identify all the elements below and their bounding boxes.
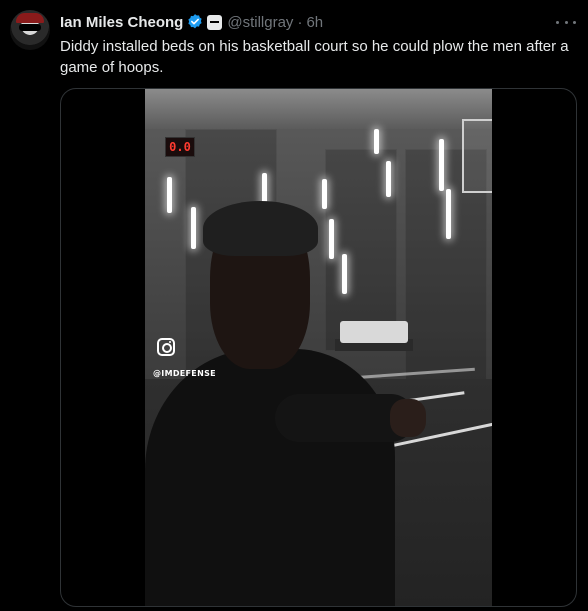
person-cap xyxy=(203,201,318,256)
more-options-icon[interactable] xyxy=(556,14,576,30)
tweet[interactable]: Ian Miles Cheong @stillgray · 6h Diddy i… xyxy=(0,0,588,611)
scoreboard-digits: 0.0 xyxy=(169,140,191,154)
avatar-glasses xyxy=(19,24,41,31)
wall-light xyxy=(386,161,391,197)
verified-badge-icon[interactable] xyxy=(186,13,204,31)
bed xyxy=(340,321,408,343)
wall-light xyxy=(167,177,172,213)
scoreboard: 0.0 xyxy=(165,137,195,157)
basketball-backboard xyxy=(462,119,492,193)
wall-light xyxy=(439,139,444,191)
separator-dot: · xyxy=(297,13,303,31)
person-fist xyxy=(390,399,426,437)
tweet-header: Ian Miles Cheong @stillgray · 6h xyxy=(60,12,323,32)
author-handle[interactable]: @stillgray xyxy=(227,14,293,31)
video-frame[interactable]: 0.0 @IMDEFENSE xyxy=(145,89,492,606)
avatar-cap xyxy=(16,13,44,23)
affiliation-badge-icon[interactable] xyxy=(207,14,223,30)
ceiling xyxy=(145,89,492,129)
avatar[interactable] xyxy=(10,10,50,50)
wall-light xyxy=(446,189,451,239)
instagram-icon xyxy=(157,338,175,356)
media-container[interactable]: 0.0 @IMDEFENSE xyxy=(60,88,577,607)
tweet-timestamp[interactable]: 6h xyxy=(306,14,323,31)
watermark-handle: @IMDEFENSE xyxy=(153,369,216,378)
wall-light xyxy=(374,129,379,154)
wall-light xyxy=(191,207,196,249)
person-jacket xyxy=(145,349,395,606)
tweet-text: Diddy installed beds on his basketball c… xyxy=(60,38,569,76)
wall-light xyxy=(322,179,327,209)
wall-light xyxy=(342,254,347,294)
author-display-name[interactable]: Ian Miles Cheong xyxy=(60,14,183,31)
wall-light xyxy=(329,219,334,259)
